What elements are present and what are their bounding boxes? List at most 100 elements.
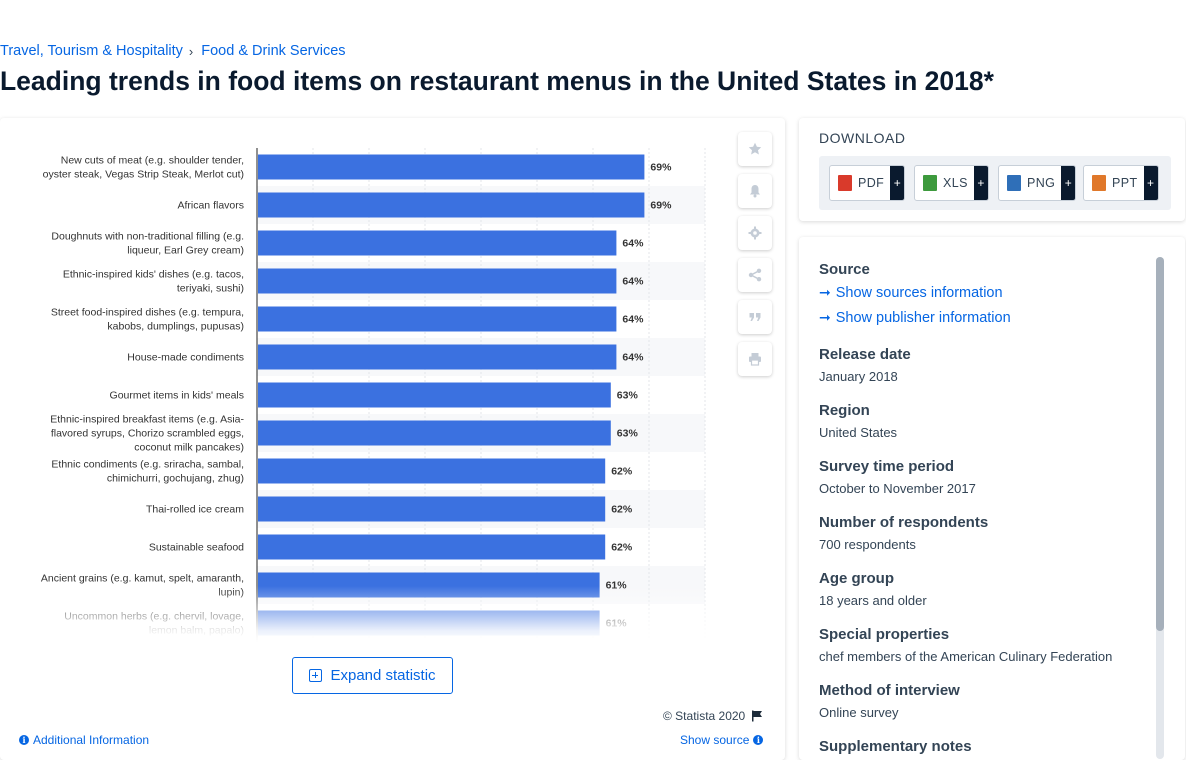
pdf-file-icon [838,175,852,191]
show-publisher-link[interactable]: ➞ Show publisher information [819,309,1149,326]
category-label-line: Uncommon herbs (e.g. chervil, lovage, [64,611,244,623]
additional-information-link[interactable]: i Additional Information [19,733,149,747]
breadcrumb-separator: › [188,43,194,59]
data-label: 61% [606,618,628,630]
breadcrumb-link-travel[interactable]: Travel, Tourism & Hospitality [0,43,183,59]
favorite-button[interactable] [738,132,772,166]
show-publisher-label: Show publisher information [835,309,1011,326]
download-buttons-row: PDF + XLS + PNG + PPT + [819,156,1171,210]
expand-statistic-button[interactable]: Expand statistic [292,657,453,694]
bar [258,306,617,332]
category-label: Doughnuts with non-traditional filling (… [51,231,244,257]
download-ppt-button[interactable]: PPT + [1083,165,1159,201]
settings-button[interactable] [738,216,772,250]
data-label: 64% [622,352,644,364]
category-label: Ethnic-inspired kids' dishes (e.g. tacos… [63,269,244,295]
category-label-line: Street food-inspired dishes (e.g. tempur… [51,307,244,319]
category-label: Thai-rolled ice cream [146,504,244,516]
category-label: Sustainable seafood [149,542,244,554]
share-button[interactable] [738,258,772,292]
category-label: Ethnic condiments (e.g. sriracha, sambal… [51,459,244,485]
plus-icon: + [1143,166,1158,200]
category-label-line: Gourmet items in kids' meals [110,390,244,402]
plus-icon: + [1061,166,1076,200]
source-label: Source [819,261,870,278]
flag-icon[interactable] [751,710,763,722]
statistic-info-card: Source ➞ Show sources information ➞ Show p… [799,237,1185,760]
breadcrumb: Travel, Tourism & Hospitality › Food & D… [0,43,346,59]
category-label-line: kabobs, dumplings, pupusas) [107,321,244,333]
star-icon [748,142,762,155]
category-label-line: coconut milk pancakes) [134,442,244,454]
bar [258,420,611,446]
bar-chart: 69% New cuts of meat (e.g. shoulder tende… [41,148,706,642]
category-label: Ancient grains (e.g. kamut, spelt, amara… [41,573,244,599]
category-label-line: chimichurri, gochujang, zhug) [107,473,244,485]
data-label: 62% [611,466,633,478]
breadcrumb-link-food[interactable]: Food & Drink Services [201,43,345,59]
plus-icon: + [890,166,905,200]
download-pdf-button[interactable]: PDF + [829,165,906,201]
print-icon [749,353,761,366]
category-label-line: lupin) [218,587,244,599]
expand-statistic-label: Expand statistic [330,667,436,684]
bell-icon [750,185,760,198]
category-label: African flavors [177,200,244,212]
page-title: Leading trends in food items on restaura… [0,66,994,96]
data-label: 64% [622,276,644,288]
copyright: © Statista 2020 [663,709,763,723]
category-label: Street food-inspired dishes (e.g. tempur… [51,307,244,333]
gear-icon [748,226,762,240]
show-source-link[interactable]: Show source i [680,733,764,747]
plus-icon: + [973,166,988,200]
additional-information-label: Additional Information [33,733,150,747]
category-label-line: Thai-rolled ice cream [146,504,244,516]
copyright-text: © Statista 2020 [663,709,746,723]
category-label: Ethnic-inspired breakfast items (e.g. As… [50,414,244,454]
arrow-right-icon: ➞ [819,284,831,300]
category-label-line: New cuts of meat (e.g. shoulder tender, [61,155,244,167]
category-label-line: Doughnuts with non-traditional filling (… [51,231,244,243]
data-label: 63% [617,390,639,402]
bar [258,382,611,408]
scrollbar-thumb[interactable] [1156,257,1164,631]
data-label: 63% [617,428,639,440]
download-png-label: PNG [1027,176,1056,190]
quote-icon [749,313,761,321]
survey-period-value: October to November 2017 [819,481,976,496]
data-label: 69% [650,162,672,174]
category-label-line: lemon balm, papalo) [149,625,244,637]
notification-button[interactable] [738,174,772,208]
bar [258,344,617,370]
category-label-line: House-made condiments [127,352,244,364]
supplementary-notes-label: Supplementary notes [819,738,972,755]
data-label: 69% [650,200,672,212]
chart-toolbar [738,132,772,384]
respondents-value: 700 respondents [819,537,916,552]
category-label-line: flavored syrups, Chorizo scrambled eggs, [51,428,244,440]
download-xls-label: XLS [943,176,968,190]
share-icon [748,268,762,282]
bar [258,154,645,180]
show-sources-link[interactable]: ➞ Show sources information [819,284,1149,301]
region-value: United States [819,425,898,440]
category-label-line: African flavors [177,200,244,212]
plus-square-icon [309,669,323,682]
age-group-value: 18 years and older [819,593,927,608]
category-label-line: Ethnic condiments (e.g. sriracha, sambal… [51,459,244,471]
info-icon: i [19,735,29,745]
download-xls-button[interactable]: XLS + [914,165,989,201]
category-label-line: oyster steak, Vegas Strip Steak, Merlot … [43,169,244,181]
print-button[interactable] [738,342,772,376]
download-card: DOWNLOAD PDF + XLS + PNG + PPT + [799,118,1185,221]
download-png-button[interactable]: PNG + [998,165,1077,201]
show-sources-label: Show sources information [835,284,1003,301]
data-label: 62% [611,542,633,554]
category-label: New cuts of meat (e.g. shoulder tender, o… [43,155,244,181]
data-label: 64% [622,314,644,326]
bar [258,610,600,636]
cite-button[interactable] [738,300,772,334]
data-label: 61% [606,580,628,592]
download-title: DOWNLOAD [819,130,906,146]
scrollbar[interactable] [1156,257,1164,759]
